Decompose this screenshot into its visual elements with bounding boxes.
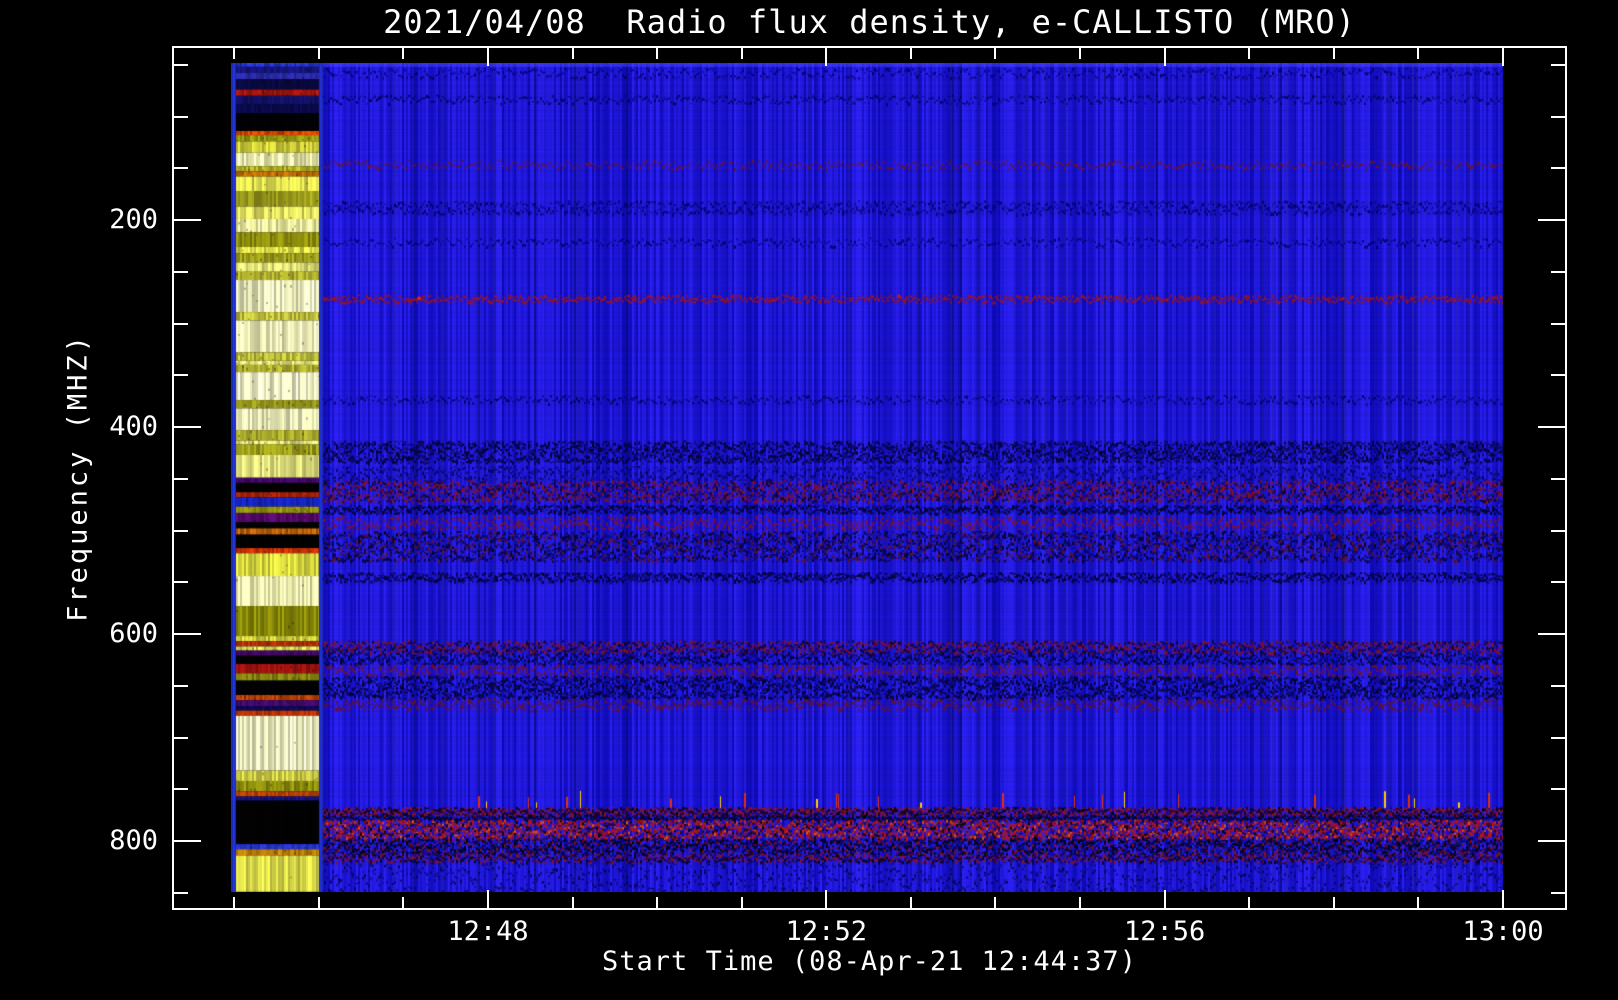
axis-tick (174, 633, 201, 635)
figure: 2021/04/08 Radio flux density, e-CALLIST… (0, 0, 1618, 1000)
axis-tick (317, 897, 320, 908)
axis-tick (174, 219, 201, 221)
axis-tick (233, 48, 236, 59)
axis-tick (656, 48, 659, 59)
axis-tick (1248, 48, 1251, 59)
axis-tick (740, 48, 743, 59)
chart-title: 2021/04/08 Radio flux density, e-CALLIST… (383, 3, 1356, 41)
axis-tick (1417, 48, 1420, 59)
x-tick-label: 12:52 (785, 916, 867, 947)
axis-tick (1538, 219, 1565, 221)
axis-tick (174, 322, 188, 325)
axis-tick (825, 890, 828, 908)
axis-tick (174, 426, 201, 428)
axis-tick (994, 48, 997, 59)
axis-tick (233, 897, 236, 908)
axis-tick (1551, 322, 1565, 325)
axis-tick (909, 897, 912, 908)
axis-tick (1551, 115, 1565, 118)
axis-tick (1501, 890, 1504, 908)
axis-tick (174, 63, 188, 66)
y-axis-label: Frequency (MHZ) (62, 333, 94, 622)
axis-tick (740, 897, 743, 908)
axis-tick (1551, 167, 1565, 170)
axis-tick (174, 529, 188, 532)
axis-tick (1501, 48, 1504, 66)
axis-tick (174, 167, 188, 170)
axis-tick (1551, 788, 1565, 791)
axis-tick (571, 897, 574, 908)
axis-tick (1551, 684, 1565, 687)
axis-tick (994, 897, 997, 908)
axis-tick (174, 684, 188, 687)
axis-tick (1551, 374, 1565, 377)
axis-tick (1538, 633, 1565, 635)
axis-tick (825, 48, 828, 66)
axis-tick (571, 48, 574, 59)
axis-tick (317, 48, 320, 59)
axis-tick (1079, 48, 1082, 59)
axis-tick (1332, 48, 1335, 59)
axis-tick (174, 736, 188, 739)
axis-tick (1551, 529, 1565, 532)
axis-tick (402, 897, 405, 908)
axis-tick (1551, 477, 1565, 480)
axis-tick (402, 48, 405, 59)
axis-tick (174, 374, 188, 377)
axis-tick (1332, 897, 1335, 908)
axis-tick (1163, 48, 1166, 66)
axis-tick (174, 840, 201, 842)
axis-tick (487, 48, 489, 66)
axis-tick (1551, 270, 1565, 273)
axis-tick (909, 48, 912, 59)
axis-tick (1248, 897, 1251, 908)
axis-tick (174, 115, 188, 118)
axis-tick (174, 477, 188, 480)
axis-tick (1417, 897, 1420, 908)
y-tick-label: 800 (109, 825, 158, 856)
x-axis-label: Start Time (08-Apr-21 12:44:37) (602, 946, 1137, 977)
axis-tick (174, 891, 188, 894)
axis-tick (1079, 897, 1082, 908)
x-tick-label: 12:48 (447, 916, 529, 947)
x-tick-label: 12:56 (1123, 916, 1206, 947)
axis-tick (1538, 840, 1565, 842)
axis-tick (1551, 736, 1565, 739)
axis-tick (487, 890, 489, 908)
axis-tick (174, 581, 188, 584)
axis-tick (656, 897, 659, 908)
axis-tick (1538, 426, 1565, 428)
axis-tick (1551, 891, 1565, 894)
axis-tick (1551, 581, 1565, 584)
axis-tick (174, 788, 188, 791)
x-tick-label: 13:00 (1462, 916, 1544, 947)
plot-frame (172, 46, 1567, 910)
axis-tick (1163, 890, 1166, 908)
axis-tick (1551, 63, 1565, 66)
axis-tick (174, 270, 188, 273)
